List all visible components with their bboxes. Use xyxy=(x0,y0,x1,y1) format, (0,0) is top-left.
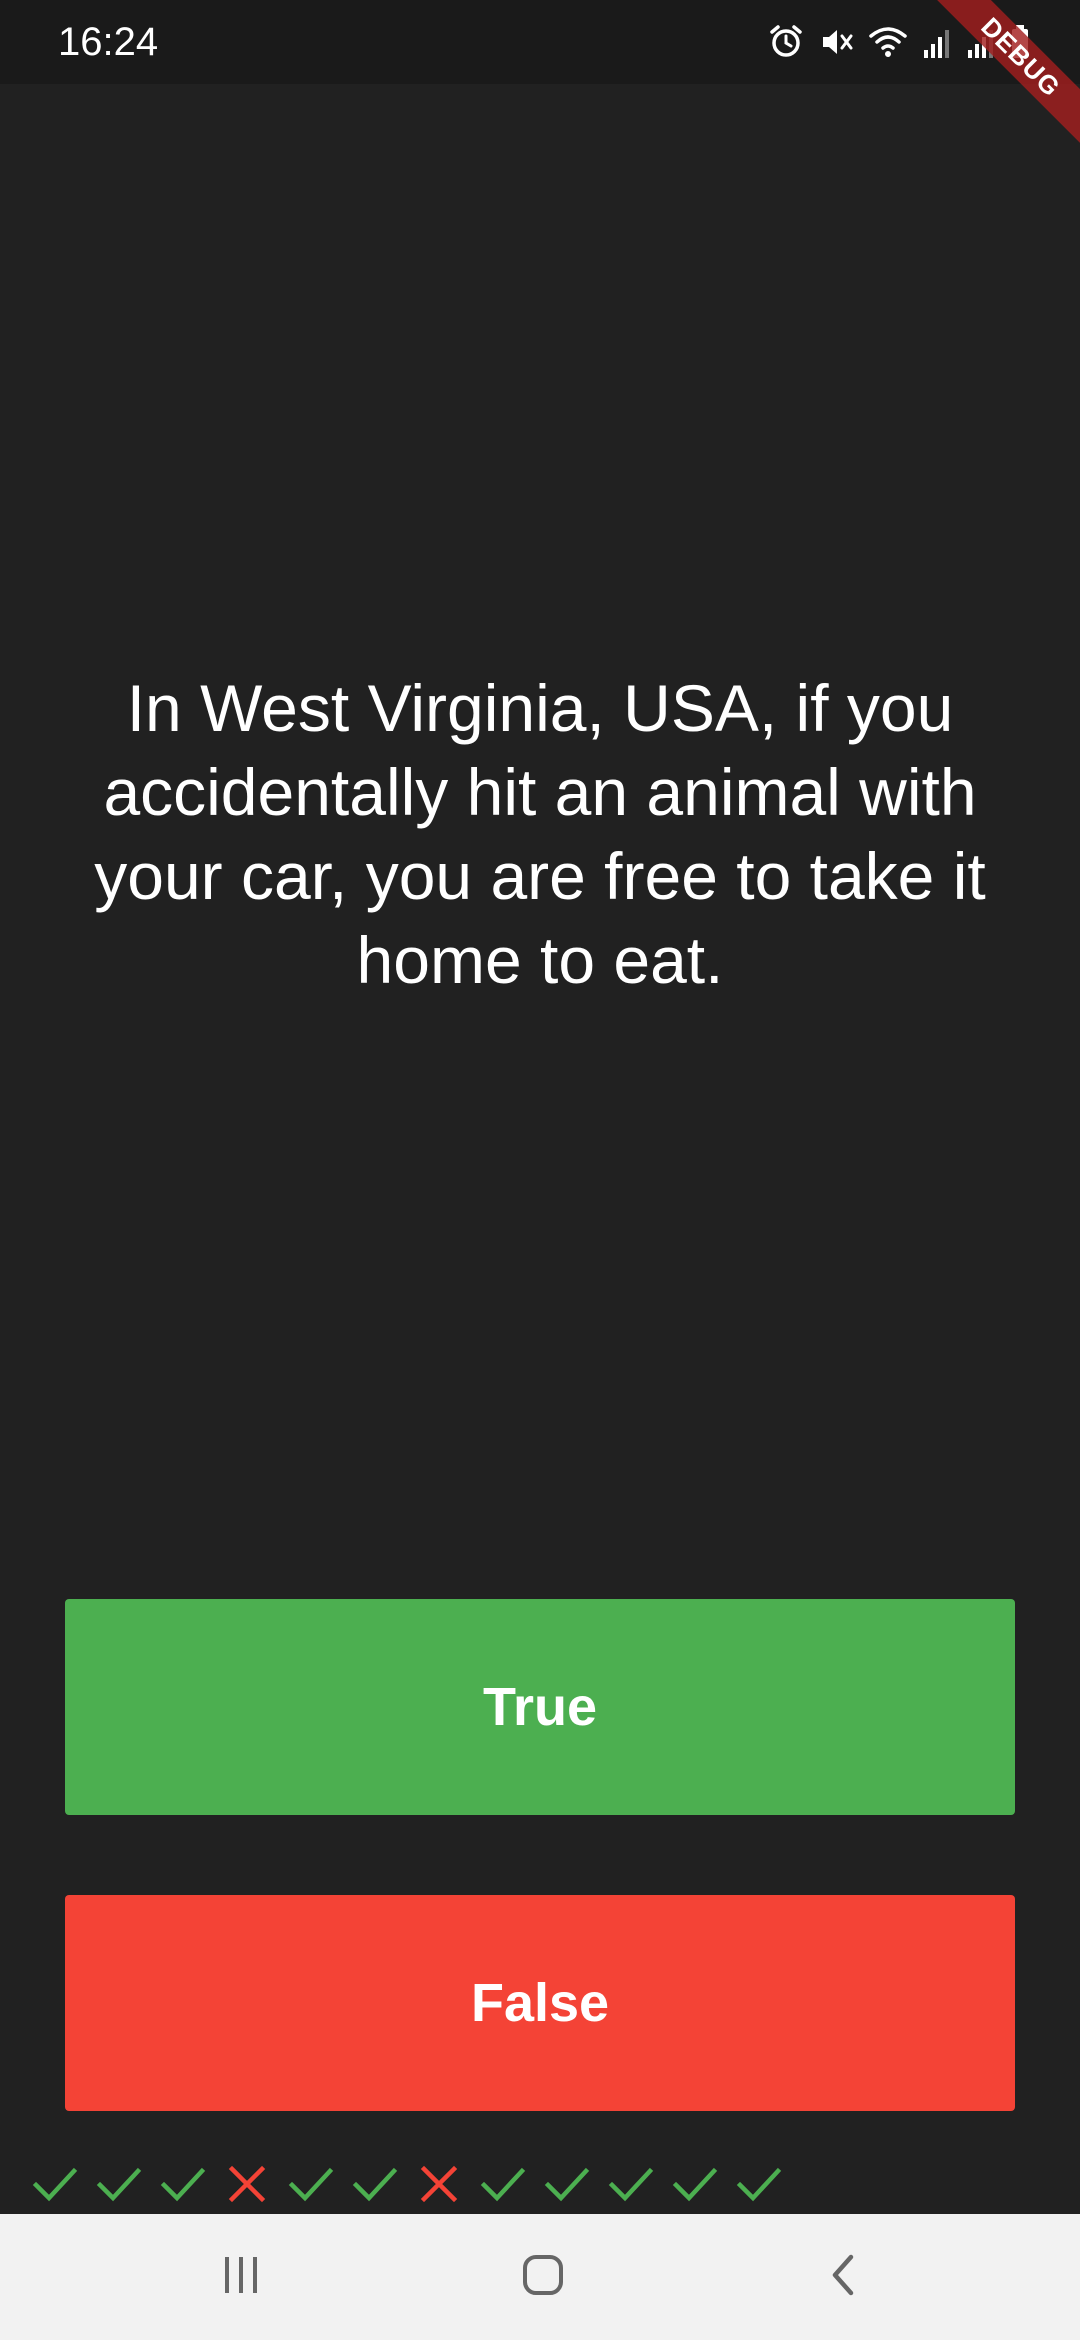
wifi-icon xyxy=(868,24,908,60)
check-icon xyxy=(480,2167,526,2202)
home-button[interactable] xyxy=(508,2242,578,2312)
signal-icon-2 xyxy=(966,24,996,60)
navigation-bar xyxy=(0,2214,1080,2340)
false-button-label: False xyxy=(470,1973,610,2033)
check-icon xyxy=(736,2167,782,2202)
check-icon xyxy=(352,2167,398,2202)
mute-icon xyxy=(818,24,854,60)
false-button[interactable]: False xyxy=(65,1895,1015,2111)
status-icons xyxy=(768,20,1030,64)
question-area: In West Virginia, USA, if you accidental… xyxy=(40,84,1040,1584)
question-text: In West Virginia, USA, if you accidental… xyxy=(94,671,986,997)
check-icon xyxy=(160,2167,206,2202)
check-icon xyxy=(672,2167,718,2202)
true-button-label: True xyxy=(482,1677,598,1737)
close-icon xyxy=(420,2165,458,2203)
home-icon xyxy=(521,2253,565,2301)
check-icon xyxy=(544,2167,590,2202)
signal-icon xyxy=(922,24,952,60)
recents-icon xyxy=(219,2255,263,2299)
status-bar: 16:24 xyxy=(0,0,1080,84)
close-icon xyxy=(228,2165,266,2203)
check-icon xyxy=(96,2167,142,2202)
battery-icon xyxy=(1010,24,1030,60)
status-time: 16:24 xyxy=(58,20,159,64)
score-keeper xyxy=(30,2156,784,2212)
recents-button[interactable] xyxy=(206,2242,276,2312)
alarm-icon xyxy=(768,24,804,60)
check-icon xyxy=(288,2167,334,2202)
check-icon xyxy=(608,2167,654,2202)
true-button[interactable]: True xyxy=(65,1599,1015,1815)
back-button[interactable] xyxy=(810,2242,880,2312)
back-icon xyxy=(825,2253,865,2301)
quiz-screen: 16:24 DEBUG In West Virginia, USA, if yo… xyxy=(0,0,1080,2340)
check-icon xyxy=(32,2167,78,2202)
